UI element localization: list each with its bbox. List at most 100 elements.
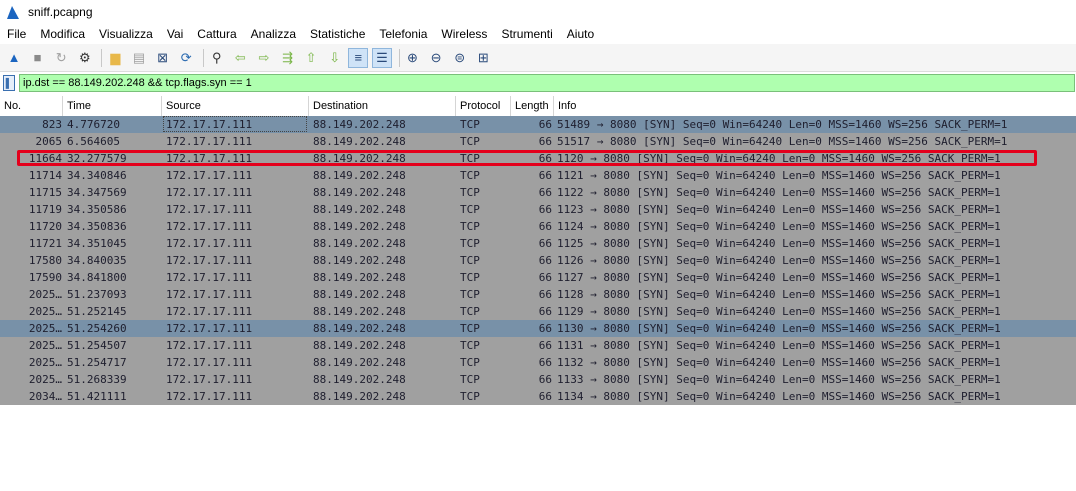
go-forward-icon[interactable]: ⇨ bbox=[254, 48, 274, 68]
cell-no: 11720 bbox=[28, 220, 62, 233]
restart-capture-icon[interactable]: ↻ bbox=[51, 48, 71, 68]
open-file-icon[interactable]: ▆ bbox=[105, 48, 125, 68]
table-row[interactable]: 11715 34.347569 172.17.17.111 88.149.202.24… bbox=[0, 184, 1076, 201]
autoscroll-icon[interactable]: ≡ bbox=[348, 47, 369, 68]
cell-proto: TCP bbox=[460, 237, 480, 250]
menu-aiuto[interactable]: Aiuto bbox=[560, 27, 601, 41]
column-header-length[interactable]: Length bbox=[511, 96, 554, 116]
column-header-no[interactable]: No. bbox=[0, 96, 63, 116]
cell-time: 34.350586 bbox=[67, 203, 127, 216]
column-header-source[interactable]: Source bbox=[162, 96, 309, 116]
cell-time: 34.840035 bbox=[67, 254, 127, 267]
start-capture-icon[interactable]: ▲ bbox=[4, 48, 24, 68]
go-to-packet-icon[interactable]: ⇶ bbox=[278, 48, 298, 68]
cell-proto: TCP bbox=[460, 356, 480, 369]
reload-file-icon[interactable]: ⟳ bbox=[176, 48, 196, 68]
capture-options-icon[interactable]: ⚙ bbox=[75, 48, 95, 68]
cell-proto: TCP bbox=[460, 220, 480, 233]
menu-wireless[interactable]: Wireless bbox=[434, 27, 494, 41]
cell-len: 66 bbox=[538, 220, 552, 233]
last-packet-icon[interactable]: ⇩ bbox=[325, 48, 345, 68]
cell-src: 172.17.17.111 bbox=[166, 254, 253, 267]
cell-info: 1130 → 8080 [SYN] Seq=0 Win=64240 Len=0 … bbox=[557, 322, 1001, 335]
toolbar-separator bbox=[202, 48, 204, 67]
cell-no: 11719 bbox=[28, 203, 62, 216]
table-row[interactable]: 11719 34.350586 172.17.17.111 88.149.202.24… bbox=[0, 201, 1076, 218]
menu-file[interactable]: File bbox=[0, 27, 33, 41]
table-row[interactable]: 2025… 51.254717 172.17.17.111 88.149.202.24… bbox=[0, 354, 1076, 371]
menu-analizza[interactable]: Analizza bbox=[244, 27, 303, 41]
cell-no: 2025… bbox=[28, 288, 62, 301]
resize-columns-icon[interactable]: ⊞ bbox=[473, 48, 493, 68]
cell-no: 2025… bbox=[28, 339, 62, 352]
menu-statistiche[interactable]: Statistiche bbox=[303, 27, 372, 41]
cell-info: 1134 → 8080 [SYN] Seq=0 Win=64240 Len=0 … bbox=[557, 390, 1001, 403]
find-packet-icon[interactable]: ⚲ bbox=[207, 48, 227, 68]
cell-dst: 88.149.202.248 bbox=[313, 220, 406, 233]
table-row[interactable]: 11721 34.351045 172.17.17.111 88.149.202.24… bbox=[0, 235, 1076, 252]
cell-time: 51.254507 bbox=[67, 339, 127, 352]
column-header-info[interactable]: Info bbox=[554, 96, 1076, 116]
menu-strumenti[interactable]: Strumenti bbox=[494, 27, 559, 41]
column-header-time[interactable]: Time bbox=[63, 96, 162, 116]
cell-proto: TCP bbox=[460, 135, 480, 148]
column-header-destination[interactable]: Destination bbox=[309, 96, 456, 116]
menu-telefonia[interactable]: Telefonia bbox=[372, 27, 434, 41]
table-row[interactable]: 2025… 51.237093 172.17.17.111 88.149.202.24… bbox=[0, 286, 1076, 303]
cell-no: 17590 bbox=[28, 271, 62, 284]
display-filter-input[interactable]: ip.dst == 88.149.202.248 && tcp.flags.sy… bbox=[19, 74, 1075, 92]
table-row[interactable]: 2025… 51.254260 172.17.17.111 88.149.202.24… bbox=[0, 320, 1076, 337]
zoom-in-icon[interactable]: ⊕ bbox=[403, 48, 423, 68]
table-row[interactable]: 2065 6.564605 172.17.17.111 88.149.202.248 T… bbox=[0, 133, 1076, 150]
cell-src: 172.17.17.111 bbox=[166, 237, 253, 250]
table-row[interactable]: 17590 34.841800 172.17.17.111 88.149.202.24… bbox=[0, 269, 1076, 286]
cell-time: 51.254260 bbox=[67, 322, 127, 335]
table-row[interactable]: 2025… 51.268339 172.17.17.111 88.149.202.24… bbox=[0, 371, 1076, 388]
table-row[interactable]: 17580 34.840035 172.17.17.111 88.149.202.24… bbox=[0, 252, 1076, 269]
cell-dst: 88.149.202.248 bbox=[313, 118, 406, 131]
cell-proto: TCP bbox=[460, 373, 480, 386]
table-row[interactable]: 2025… 51.252145 172.17.17.111 88.149.202.24… bbox=[0, 303, 1076, 320]
normal-size-icon[interactable]: ⊜ bbox=[450, 48, 470, 68]
cell-info: 1129 → 8080 [SYN] Seq=0 Win=64240 Len=0 … bbox=[557, 305, 1001, 318]
cell-len: 66 bbox=[538, 203, 552, 216]
menu-cattura[interactable]: Cattura bbox=[190, 27, 243, 41]
go-back-icon[interactable]: ⇦ bbox=[230, 48, 250, 68]
cell-no: 11721 bbox=[28, 237, 62, 250]
zoom-out-icon[interactable]: ⊖ bbox=[426, 48, 446, 68]
stop-capture-icon[interactable]: ■ bbox=[28, 48, 48, 68]
cell-no: 2025… bbox=[28, 373, 62, 386]
menu-visualizza[interactable]: Visualizza bbox=[92, 27, 160, 41]
menu-modifica[interactable]: Modifica bbox=[33, 27, 92, 41]
menu-bar: File Modifica Visualizza Vai Cattura Analizza… bbox=[0, 24, 1076, 44]
cell-len: 66 bbox=[538, 390, 552, 403]
cell-info: 51489 → 8080 [SYN] Seq=0 Win=64240 Len=0… bbox=[557, 118, 1008, 131]
cell-info: 1121 → 8080 [SYN] Seq=0 Win=64240 Len=0 … bbox=[557, 169, 1001, 182]
cell-info: 1125 → 8080 [SYN] Seq=0 Win=64240 Len=0 … bbox=[557, 237, 1001, 250]
close-file-icon[interactable]: ⊠ bbox=[153, 48, 173, 68]
cell-no: 2034… bbox=[28, 390, 62, 403]
table-row[interactable]: 2025… 51.254507 172.17.17.111 88.149.202.24… bbox=[0, 337, 1076, 354]
display-filter-bar: ▌ ip.dst == 88.149.202.248 && tcp.flags.… bbox=[0, 73, 1076, 93]
cell-dst: 88.149.202.248 bbox=[313, 390, 406, 403]
cell-proto: TCP bbox=[460, 118, 480, 131]
cell-len: 66 bbox=[538, 356, 552, 369]
cell-src: 172.17.17.111 bbox=[166, 186, 253, 199]
menu-vai[interactable]: Vai bbox=[160, 27, 190, 41]
table-row[interactable]: 823 4.776720 172.17.17.111 88.149.202.248 TC… bbox=[0, 116, 1076, 133]
cell-dst: 88.149.202.248 bbox=[313, 288, 406, 301]
save-file-icon[interactable]: ▤ bbox=[129, 48, 149, 68]
cell-no: 11714 bbox=[28, 169, 62, 182]
table-row[interactable]: 11720 34.350836 172.17.17.111 88.149.202.24… bbox=[0, 218, 1076, 235]
cell-info: 1122 → 8080 [SYN] Seq=0 Win=64240 Len=0 … bbox=[557, 186, 1001, 199]
filter-bookmark-icon[interactable]: ▌ bbox=[3, 75, 15, 91]
table-row[interactable]: 11714 34.340846 172.17.17.111 88.149.202.24… bbox=[0, 167, 1076, 184]
cell-time: 34.350836 bbox=[67, 220, 127, 233]
first-packet-icon[interactable]: ⇧ bbox=[301, 48, 321, 68]
cell-src: 172.17.17.111 bbox=[166, 169, 253, 182]
table-row[interactable]: 2034… 51.421111 172.17.17.111 88.149.202.24… bbox=[0, 388, 1076, 405]
column-header-protocol[interactable]: Protocol bbox=[456, 96, 511, 116]
colorize-icon[interactable]: ☰ bbox=[371, 47, 392, 68]
cell-time: 34.841800 bbox=[67, 271, 127, 284]
cell-len: 66 bbox=[538, 339, 552, 352]
